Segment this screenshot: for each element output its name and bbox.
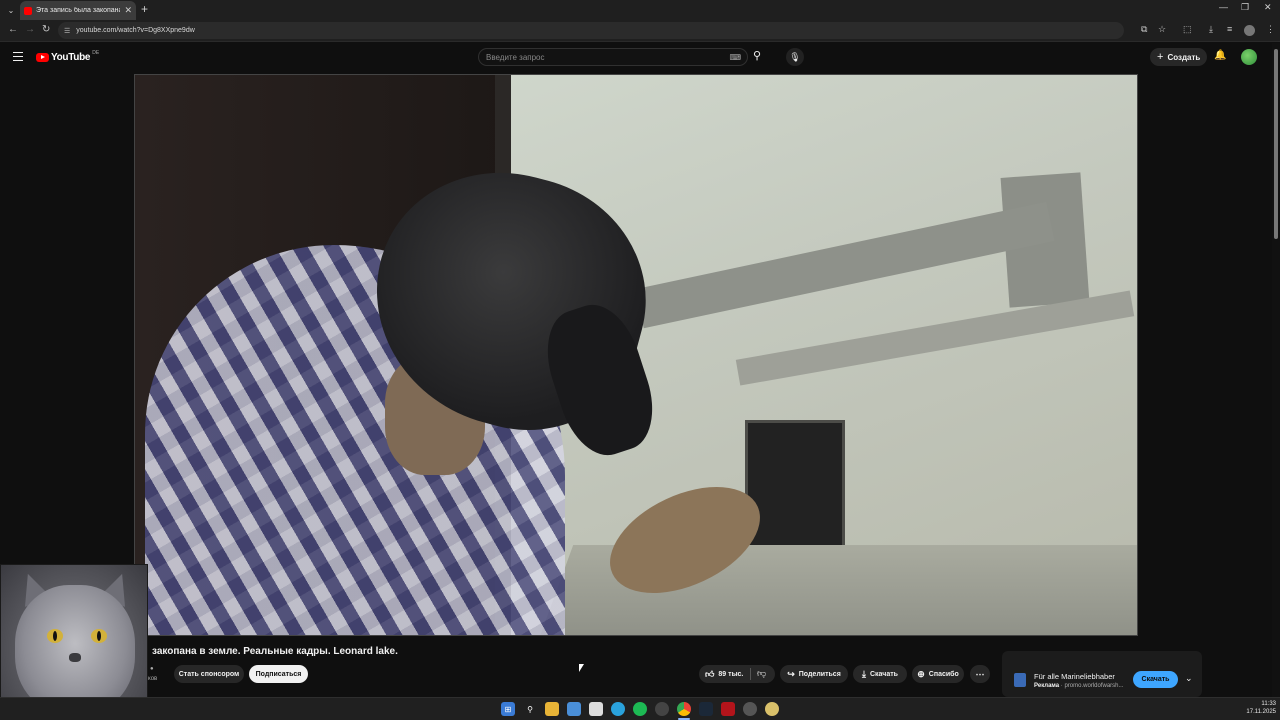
url-text: youtube.com/watch?v=Dg8XXpne9dw xyxy=(76,27,195,34)
browser-menu-icon[interactable]: ⋮ xyxy=(1266,24,1275,35)
file-explorer-icon[interactable] xyxy=(545,702,559,716)
windows-taskbar: ⊞ ⚲ 11:33 17.11.2025 xyxy=(0,697,1280,720)
more-actions-button[interactable]: ⋯ xyxy=(970,665,990,683)
video-title: закопана в земле. Реальные кадры. Leonar… xyxy=(152,646,398,657)
browser-tab-active[interactable]: Эта запись была закопана в зе ✕ xyxy=(20,1,136,20)
back-arrow-icon[interactable]: ← xyxy=(8,24,18,35)
download-icon: ⤓ xyxy=(862,668,866,679)
extensions-icon[interactable]: ⬚ xyxy=(1183,24,1192,35)
thanks-dollar-icon: ⊕ xyxy=(917,668,925,679)
subscribe-button[interactable]: Подписаться xyxy=(249,665,308,683)
chevron-down-icon[interactable]: ⌄ xyxy=(1185,673,1193,684)
like-divider xyxy=(750,668,751,680)
cat-nose xyxy=(69,653,81,662)
tab-close-icon[interactable]: ✕ xyxy=(124,5,132,16)
ad-logo-icon xyxy=(1014,673,1026,687)
thanks-label: Спасибо xyxy=(928,670,959,678)
chrome-icon[interactable] xyxy=(677,702,691,716)
page-scrollbar[interactable] xyxy=(1272,43,1280,697)
search-icon[interactable]: ⚲ xyxy=(753,49,761,62)
thumbs-down-icon[interactable]: 👎︎ xyxy=(757,668,766,679)
create-button[interactable]: + Создать xyxy=(1150,48,1208,66)
subscribe-label: Подписаться xyxy=(255,670,302,678)
browser-tabstrip: ⌄ Эта запись была закопана в зе ✕ + — ❐ … xyxy=(0,0,1280,20)
windows-start-icon[interactable]: ⊞ xyxy=(501,702,515,716)
close-window-button[interactable]: ✕ xyxy=(1264,2,1272,13)
share-button[interactable]: ↪ Поделиться xyxy=(780,665,848,683)
red-app-icon[interactable] xyxy=(721,702,735,716)
ad-tag: Реклама xyxy=(1034,683,1060,689)
youtube-favicon-icon xyxy=(24,6,32,15)
youtube-logo-text: YouTube xyxy=(51,52,91,63)
ad-download-button[interactable]: Скачать xyxy=(1133,671,1178,688)
new-tab-button[interactable]: + xyxy=(141,2,148,16)
video-player[interactable] xyxy=(134,74,1138,636)
tab-search-menu-icon[interactable]: ⌄ xyxy=(4,3,18,17)
youtube-play-icon xyxy=(36,53,49,62)
thumbs-up-icon[interactable]: 👍︎ xyxy=(705,669,714,680)
thanks-button[interactable]: ⊕ Спасибо xyxy=(912,665,964,683)
ad-subline: Реклама · promo.worldofwarsh... xyxy=(1034,683,1124,689)
cat-eye-left xyxy=(47,629,63,643)
ad-source: promo.worldofwarsh... xyxy=(1064,683,1124,689)
remote-desktop-icon[interactable] xyxy=(567,702,581,716)
downloads-icon[interactable]: ⤓ xyxy=(1209,24,1213,35)
spotify-icon[interactable] xyxy=(633,702,647,716)
browser-toolbar: ← → ↻ ☰ youtube.com/watch?v=Dg8XXpne9dw … xyxy=(0,20,1280,42)
guide-menu-icon[interactable] xyxy=(13,52,23,61)
search-input[interactable]: Введите запрос ⌨ xyxy=(478,48,748,66)
clock-time: 11:33 xyxy=(1261,701,1276,707)
scrollbar-thumb[interactable] xyxy=(1274,49,1278,239)
screen: ⌄ Эта запись была закопана в зе ✕ + — ❐ … xyxy=(0,0,1280,720)
cat-eye-right xyxy=(91,629,107,643)
notepad-icon[interactable] xyxy=(589,702,603,716)
yellow-app-icon[interactable] xyxy=(765,702,779,716)
search-placeholder: Введите запрос xyxy=(486,52,545,62)
keyboard-icon[interactable]: ⌨ xyxy=(729,53,741,62)
ad-card[interactable]: Für alle Marineliebhaber Реклама · promo… xyxy=(1002,651,1202,697)
tab-title: Эта запись была закопана в зе xyxy=(36,7,121,14)
ad-title[interactable]: Für alle Marineliebhaber xyxy=(1034,672,1115,681)
like-count[interactable]: 89 тыс. xyxy=(718,671,743,678)
mouse-cursor-icon xyxy=(579,664,584,672)
steam-icon[interactable] xyxy=(699,702,713,716)
region-code: DE xyxy=(92,49,100,56)
install-app-icon[interactable]: ⧉ xyxy=(1141,24,1147,35)
reload-icon[interactable]: ↻ xyxy=(42,24,50,35)
clock-date: 17.11.2025 xyxy=(1246,709,1276,715)
media-control-icon[interactable]: ≡ xyxy=(1227,24,1232,34)
obs-icon[interactable] xyxy=(655,702,669,716)
share-arrow-icon: ↪ xyxy=(787,668,795,679)
download-label: Скачать xyxy=(870,670,898,678)
join-sponsor-label: Стать спонсором xyxy=(178,670,240,678)
account-avatar[interactable] xyxy=(1241,49,1257,65)
video-frame-window xyxy=(745,420,845,560)
share-label: Поделиться xyxy=(798,670,841,678)
bookmark-star-icon[interactable]: ☆ xyxy=(1158,24,1166,35)
restore-button[interactable]: ❐ xyxy=(1241,2,1249,13)
minimize-button[interactable]: — xyxy=(1219,2,1228,12)
forward-arrow-icon[interactable]: → xyxy=(25,24,35,35)
verified-icon: ● xyxy=(150,666,154,672)
create-label: Создать xyxy=(1167,52,1201,62)
telegram-icon[interactable] xyxy=(611,702,625,716)
site-info-icon[interactable]: ☰ xyxy=(64,27,70,35)
channel-subscribers: ков xyxy=(148,676,158,682)
download-button[interactable]: ⤓ Скачать xyxy=(853,665,907,683)
system-clock[interactable]: 11:33 17.11.2025 xyxy=(1236,700,1276,716)
join-sponsor-button[interactable]: Стать спонсором xyxy=(174,665,244,683)
plus-icon: + xyxy=(1157,51,1164,63)
youtube-logo[interactable]: YouTube DE xyxy=(36,49,100,63)
address-bar[interactable]: ☰ youtube.com/watch?v=Dg8XXpne9dw xyxy=(58,22,1124,39)
circle-app-icon[interactable] xyxy=(743,702,757,716)
profile-avatar-icon[interactable] xyxy=(1244,25,1255,36)
taskbar-search-icon[interactable]: ⚲ xyxy=(523,702,537,716)
cat-head xyxy=(15,585,135,715)
more-actions-icon: ⋯ xyxy=(975,668,985,679)
youtube-header: YouTube DE Введите запрос ⌨ ⚲ 🎙 + Создат… xyxy=(0,43,1280,73)
microphone-icon[interactable]: 🎙 xyxy=(786,48,804,66)
notifications-bell-icon[interactable]: 🔔 xyxy=(1214,50,1226,61)
